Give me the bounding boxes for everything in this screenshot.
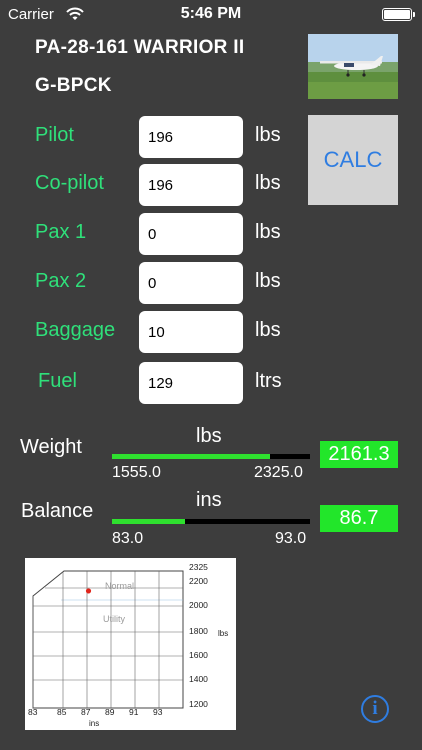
- aircraft-photo: [308, 34, 398, 99]
- field-unit: lbs: [255, 124, 281, 146]
- battery-icon: [382, 8, 415, 21]
- balance-max: 93.0: [275, 530, 307, 547]
- clock: 5:46 PM: [180, 5, 242, 22]
- balance-label: Balance: [21, 500, 94, 522]
- weight-unit: lbs: [196, 425, 222, 447]
- weight-max: 2325.0: [254, 464, 303, 481]
- x-tick: 89: [105, 707, 115, 717]
- weight-min: 1555.0: [112, 464, 161, 481]
- copilot-weight-input[interactable]: [139, 164, 243, 206]
- balance-readout: 86.7: [320, 505, 398, 532]
- y-tick: 2200: [189, 576, 208, 586]
- field-unit: lbs: [255, 172, 281, 194]
- pilot-weight-input[interactable]: [139, 116, 243, 158]
- info-icon: i: [372, 698, 378, 719]
- balance-bar: [112, 519, 310, 524]
- field-row-copilot: Co-pilot lbs: [0, 164, 422, 206]
- field-label: Baggage: [35, 319, 116, 341]
- field-label: Co-pilot: [35, 172, 104, 194]
- y-tick: 1200: [189, 699, 208, 709]
- y-tick: 2325: [189, 562, 208, 572]
- x-tick: 85: [57, 707, 67, 717]
- field-label: Pax 1: [35, 221, 87, 243]
- field-unit: lbs: [255, 319, 281, 341]
- balance-min: 83.0: [112, 530, 144, 547]
- field-row-pilot: Pilot lbs: [0, 116, 422, 158]
- field-unit: lbs: [255, 270, 281, 292]
- y-tick: 1800: [189, 626, 208, 636]
- balance-unit: ins: [196, 489, 222, 511]
- pax1-weight-input[interactable]: [139, 213, 243, 255]
- utility-category-label: Utility: [103, 614, 125, 624]
- status-bar: Carrier 5:46 PM: [0, 0, 422, 30]
- weight-bar-fill: [112, 454, 271, 459]
- cg-envelope-chart: Normal Utility 2325 2200 2000 1800 1600 …: [25, 558, 236, 730]
- normal-category-label: Normal: [105, 581, 134, 591]
- weight-readout: 2161.3: [320, 441, 398, 468]
- pax2-weight-input[interactable]: [139, 262, 243, 304]
- field-unit: ltrs: [255, 370, 282, 392]
- y-tick: 1400: [189, 674, 208, 684]
- baggage-weight-input[interactable]: [139, 311, 243, 353]
- x-tick: 83: [28, 707, 38, 717]
- weight-bar: [112, 454, 310, 459]
- weight-label: Weight: [20, 436, 82, 458]
- x-axis-unit: ins: [89, 719, 99, 728]
- balance-bar-fill: [112, 519, 186, 524]
- field-label: Fuel: [38, 370, 77, 392]
- x-tick: 93: [153, 707, 163, 717]
- x-tick: 87: [81, 707, 91, 717]
- aircraft-registration: G-BPCK: [35, 75, 112, 96]
- fuel-volume-input[interactable]: [139, 362, 243, 404]
- y-axis-unit: lbs: [218, 629, 228, 638]
- field-label: Pax 2: [35, 270, 87, 292]
- y-tick: 1600: [189, 650, 208, 660]
- field-row-pax1: Pax 1 lbs: [0, 213, 422, 255]
- x-tick: 91: [129, 707, 139, 717]
- field-label: Pilot: [35, 124, 74, 146]
- cg-point-marker: [85, 588, 92, 594]
- y-tick: 2000: [189, 600, 208, 610]
- field-row-baggage: Baggage lbs: [0, 311, 422, 353]
- field-row-fuel: Fuel ltrs: [0, 362, 422, 404]
- field-row-pax2: Pax 2 lbs: [0, 262, 422, 304]
- aircraft-model: PA-28-161 WARRIOR II: [35, 37, 245, 58]
- info-button[interactable]: i: [361, 695, 389, 723]
- field-unit: lbs: [255, 221, 281, 243]
